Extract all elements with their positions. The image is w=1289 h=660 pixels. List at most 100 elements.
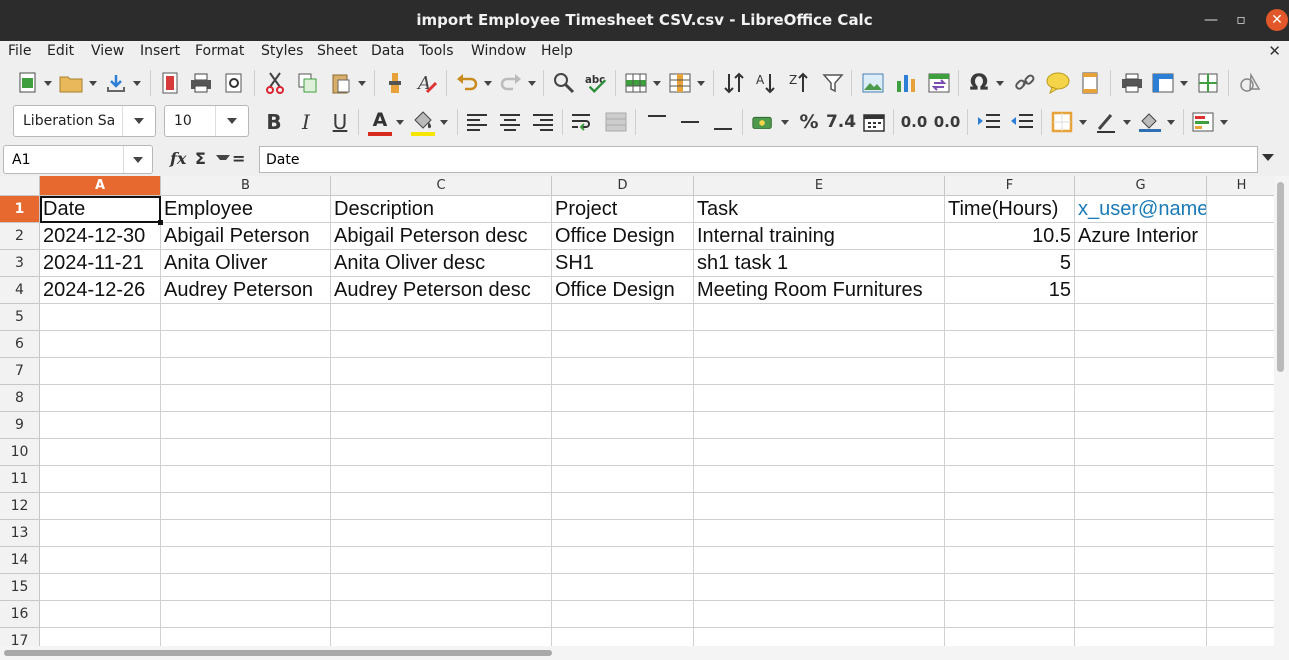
- open-dropdown[interactable]: [89, 71, 97, 95]
- cell-c9[interactable]: [331, 412, 552, 439]
- export-pdf-icon[interactable]: [158, 71, 182, 95]
- column-header-b[interactable]: B: [161, 176, 331, 196]
- column-header-c[interactable]: C: [331, 176, 552, 196]
- cell-g16[interactable]: [1075, 601, 1207, 628]
- align-left-icon[interactable]: [465, 110, 489, 134]
- horizontal-scroll-thumb[interactable]: [4, 650, 552, 656]
- cell-h16[interactable]: [1207, 601, 1277, 628]
- font-color-dropdown[interactable]: [396, 110, 404, 134]
- menu-data[interactable]: Data: [371, 43, 404, 59]
- new-document-icon[interactable]: [16, 71, 40, 95]
- cell-e2[interactable]: Internal training: [694, 223, 945, 250]
- cell-d3[interactable]: SH1: [552, 250, 694, 277]
- cell-g11[interactable]: [1075, 466, 1207, 493]
- cell-a10[interactable]: [40, 439, 161, 466]
- print-preview-icon[interactable]: [222, 71, 246, 95]
- save-icon[interactable]: [104, 71, 128, 95]
- cell-e6[interactable]: [694, 331, 945, 358]
- new-document-dropdown[interactable]: [44, 71, 52, 95]
- paste-icon[interactable]: [329, 71, 353, 95]
- cut-icon[interactable]: [263, 71, 287, 95]
- redo-dropdown[interactable]: [528, 71, 536, 95]
- cell-a8[interactable]: [40, 385, 161, 412]
- cell-a9[interactable]: [40, 412, 161, 439]
- row-header-14[interactable]: 14: [0, 547, 40, 574]
- cell-b13[interactable]: [161, 520, 331, 547]
- cell-c4[interactable]: Audrey Peterson desc: [331, 277, 552, 304]
- cell-e11[interactable]: [694, 466, 945, 493]
- cell-b2[interactable]: Abigail Peterson: [161, 223, 331, 250]
- row-header-10[interactable]: 10: [0, 439, 40, 466]
- select-all-corner[interactable]: [0, 176, 40, 196]
- cell-e10[interactable]: [694, 439, 945, 466]
- row-icon[interactable]: [624, 71, 648, 95]
- italic-button[interactable]: I: [294, 110, 318, 134]
- cell-c3[interactable]: Anita Oliver desc: [331, 250, 552, 277]
- cell-f6[interactable]: [945, 331, 1075, 358]
- cell-c15[interactable]: [331, 574, 552, 601]
- cell-c11[interactable]: [331, 466, 552, 493]
- row-dropdown[interactable]: [653, 71, 661, 95]
- menu-view[interactable]: View: [91, 43, 124, 59]
- cell-b12[interactable]: [161, 493, 331, 520]
- column-header-g[interactable]: G: [1075, 176, 1207, 196]
- horizontal-scrollbar[interactable]: [0, 646, 1274, 660]
- minimize-button[interactable]: —: [1200, 9, 1222, 31]
- shapes-icon[interactable]: [1238, 71, 1262, 95]
- cell-d8[interactable]: [552, 385, 694, 412]
- cell-c5[interactable]: [331, 304, 552, 331]
- cell-a13[interactable]: [40, 520, 161, 547]
- row-header-12[interactable]: 12: [0, 493, 40, 520]
- column-header-h[interactable]: H: [1207, 176, 1277, 196]
- cell-b1[interactable]: Employee: [161, 196, 331, 223]
- highlighting-color-icon[interactable]: [411, 108, 435, 132]
- spreadsheet-grid[interactable]: ABCDEFGH 1 2 3 4 5 6 7 8 9 10 11 12 13 14 15 16 17 Date E…: [0, 176, 1289, 660]
- cell-d15[interactable]: [552, 574, 694, 601]
- percent-format-button[interactable]: %: [797, 110, 821, 134]
- menu-tools[interactable]: Tools: [419, 43, 454, 59]
- cell-h12[interactable]: [1207, 493, 1277, 520]
- chevron-down-icon[interactable]: [122, 106, 155, 136]
- row-header-16[interactable]: 16: [0, 601, 40, 628]
- menu-help[interactable]: Help: [541, 43, 573, 59]
- cell-f5[interactable]: [945, 304, 1075, 331]
- cell-f10[interactable]: [945, 439, 1075, 466]
- underline-button[interactable]: U: [328, 110, 352, 134]
- cell-d13[interactable]: [552, 520, 694, 547]
- cell-b7[interactable]: [161, 358, 331, 385]
- special-character-dropdown[interactable]: [996, 71, 1004, 95]
- cell-e14[interactable]: [694, 547, 945, 574]
- cell-a14[interactable]: [40, 547, 161, 574]
- borders-icon[interactable]: [1050, 110, 1074, 134]
- cell-c2[interactable]: Abigail Peterson desc: [331, 223, 552, 250]
- print-range-icon[interactable]: [1120, 71, 1144, 95]
- row-header-1[interactable]: 1: [0, 196, 40, 223]
- sort-descending-icon[interactable]: Z: [788, 71, 812, 95]
- cell-g4[interactable]: [1075, 277, 1207, 304]
- border-style-dropdown[interactable]: [1123, 110, 1131, 134]
- sort-icon[interactable]: [722, 71, 746, 95]
- cell-h7[interactable]: [1207, 358, 1277, 385]
- cell-g14[interactable]: [1075, 547, 1207, 574]
- cell-d16[interactable]: [552, 601, 694, 628]
- cell-h1[interactable]: [1207, 196, 1277, 223]
- cell-g13[interactable]: [1075, 520, 1207, 547]
- cell-d2[interactable]: Office Design: [552, 223, 694, 250]
- formula-input[interactable]: Date: [259, 146, 1258, 173]
- cell-h3[interactable]: [1207, 250, 1277, 277]
- special-character-icon[interactable]: Ω: [967, 71, 991, 96]
- chevron-down-icon[interactable]: [123, 146, 152, 173]
- cell-b3[interactable]: Anita Oliver: [161, 250, 331, 277]
- close-window-button[interactable]: ✕: [1266, 9, 1288, 31]
- cell-a6[interactable]: [40, 331, 161, 358]
- menu-styles[interactable]: Styles: [261, 43, 303, 59]
- row-header-3[interactable]: 3: [0, 250, 40, 277]
- chevron-down-icon[interactable]: [215, 106, 248, 136]
- cell-h13[interactable]: [1207, 520, 1277, 547]
- cell-c1[interactable]: Description: [331, 196, 552, 223]
- bold-button[interactable]: B: [262, 110, 286, 134]
- freeze-dropdown[interactable]: [1180, 71, 1188, 95]
- cell-b11[interactable]: [161, 466, 331, 493]
- cell-f13[interactable]: [945, 520, 1075, 547]
- function-wizard-button[interactable]: fx: [170, 149, 186, 168]
